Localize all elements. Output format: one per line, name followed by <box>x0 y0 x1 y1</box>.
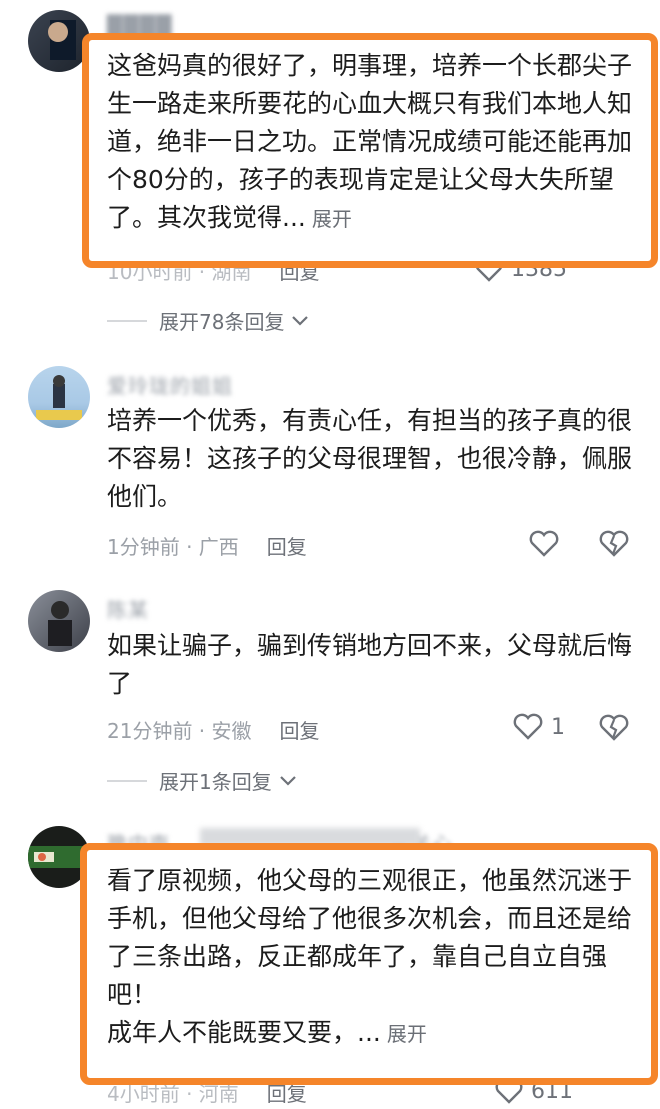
expand-text-link[interactable]: 展开 <box>312 207 352 231</box>
comment-text-paragraph: 成年人不能既要又要，... <box>107 1018 381 1047</box>
like-button[interactable]: 1 <box>513 713 565 741</box>
broken-heart-icon[interactable] <box>599 714 629 742</box>
reply-button[interactable]: 回复 <box>267 1082 307 1106</box>
comment-text: 这爸妈真的很好了，明事理，培养一个长郡尖子生一路走来所要花的心血大概只有我们本地… <box>107 51 633 232</box>
avatar[interactable] <box>28 590 90 652</box>
heart-icon <box>513 713 543 740</box>
heart-icon[interactable] <box>529 530 559 558</box>
chevron-down-icon <box>292 315 309 326</box>
username[interactable]: 陈某 <box>107 594 149 623</box>
like-count: 1 <box>551 714 565 740</box>
expand-replies-button[interactable]: 展开78条回复 <box>107 306 310 335</box>
divider-line <box>107 779 147 782</box>
avatar-image <box>36 375 82 420</box>
comment-text-paragraph: 看了原视频，他父母的三观很正，他虽然沉迷于手机，但他父母给了他很多次机会，而且还… <box>107 866 633 1009</box>
comment-meta: 21分钟前 · 安徽 回复 <box>107 719 320 743</box>
comment-text: 看了原视频，他父母的三观很正，他虽然沉迷于手机，但他父母给了他很多次机会，而且还… <box>107 862 632 1053</box>
expand-replies-label: 展开78条回复 <box>159 310 285 334</box>
avatar[interactable] <box>28 366 90 428</box>
avatar-image <box>48 601 72 646</box>
expand-text-link[interactable]: 展开 <box>387 1022 427 1046</box>
avatar[interactable] <box>28 10 90 72</box>
username[interactable]: 爱玲珑的姐姐 <box>107 370 233 399</box>
avatar-image <box>48 20 76 60</box>
highlight-box: 看了原视频，他父母的三观很正，他虽然沉迷于手机，但他父母给了他很多次机会，而且还… <box>80 843 658 1085</box>
expand-replies-button[interactable]: 展开1条回复 <box>107 766 298 795</box>
highlight-box: 这爸妈真的很好了，明事理，培养一个长郡尖子生一路走来所要花的心血大概只有我们本地… <box>82 33 658 268</box>
divider-line <box>107 319 147 322</box>
reply-button[interactable]: 回复 <box>267 535 307 559</box>
comment-meta: 1分钟前 · 广西 回复 <box>107 535 307 559</box>
reply-button[interactable]: 回复 <box>280 719 320 743</box>
broken-heart-icon[interactable] <box>599 530 629 558</box>
expand-replies-label: 展开1条回复 <box>159 770 272 794</box>
comment-text: 如果让骗子，骗到传销地方回不来，父母就后悔了 <box>107 631 633 698</box>
chevron-down-icon <box>279 775 296 786</box>
comment-text: 培养一个优秀，有责心任，有担当的孩子真的很不容易！这孩子的父母很理智，也很冷静，… <box>107 406 633 511</box>
